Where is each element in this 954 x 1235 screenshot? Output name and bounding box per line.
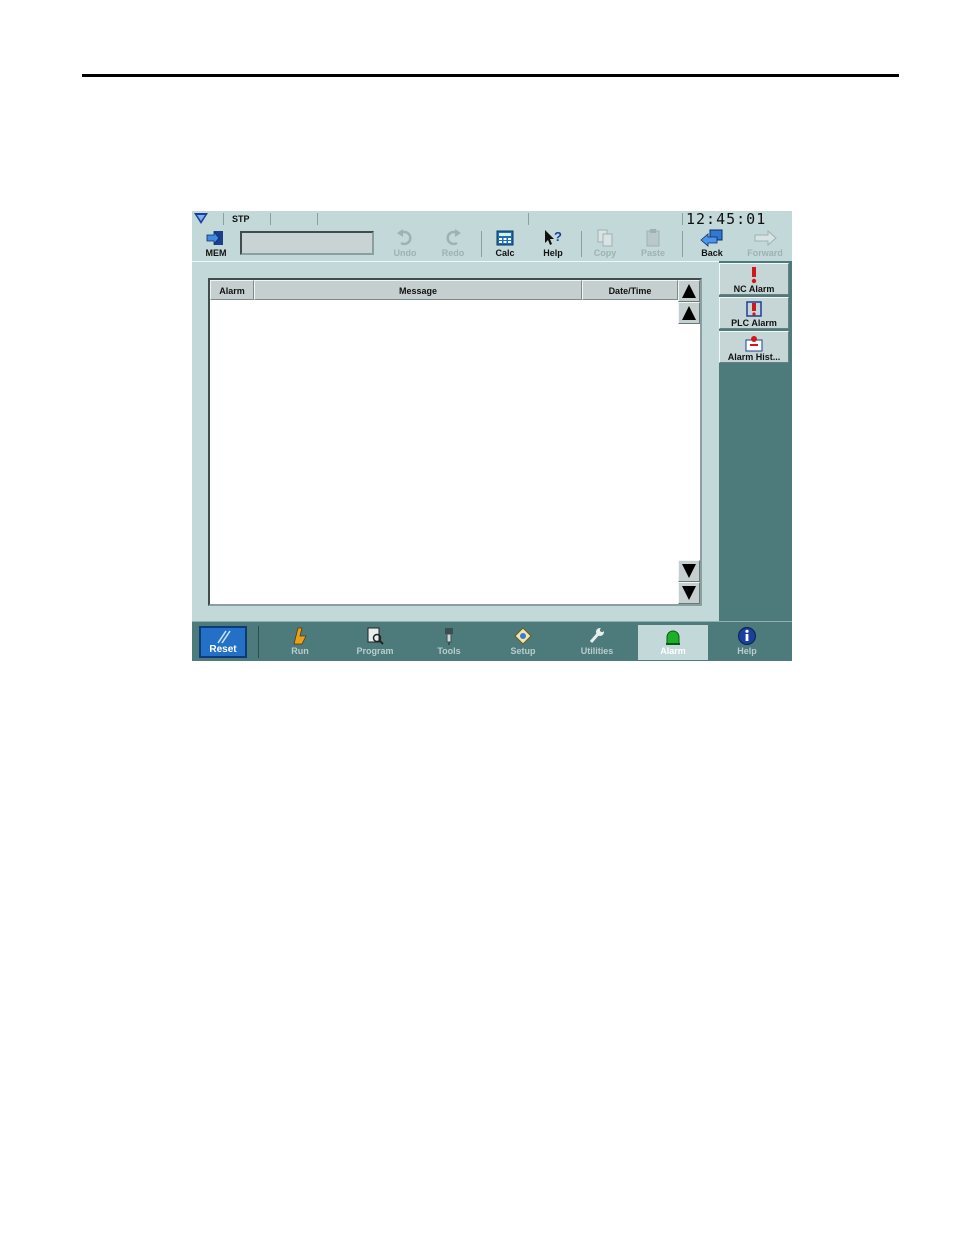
paste-icon <box>646 229 660 247</box>
nav-alarm[interactable]: Alarm <box>638 625 708 660</box>
scroll-line-down-button[interactable] <box>678 560 700 582</box>
toolbar-divider <box>682 231 683 257</box>
forward-button[interactable]: Forward <box>740 228 790 260</box>
nav-tools[interactable]: Tools <box>414 625 484 660</box>
bottom-nav: Reset Run Program Tools Setup Utilities … <box>192 621 792 661</box>
alarm-panel: Alarm Message Date/Time <box>192 261 719 622</box>
nav-setup[interactable]: Setup <box>488 625 558 660</box>
back-button[interactable]: Back <box>688 228 736 260</box>
nc-alarm-icon <box>751 267 757 284</box>
scroll-line-up-button[interactable] <box>678 302 700 324</box>
triangle-down-icon <box>682 586 696 600</box>
copy-button[interactable]: Copy <box>584 228 626 260</box>
calc-button[interactable]: Calc <box>484 228 526 260</box>
tools-icon <box>445 628 453 645</box>
redo-icon <box>446 229 461 246</box>
nav-program[interactable]: Program <box>340 625 410 660</box>
toolbar: MEM Undo Redo Calc ? Help Copy Paste Bac… <box>192 227 792 261</box>
column-header-datetime[interactable]: Date/Time <box>582 280 678 300</box>
svg-text:?: ? <box>554 229 562 244</box>
side-item-nc-alarm[interactable]: NC Alarm <box>719 263 789 295</box>
plc-alarm-icon <box>746 301 762 317</box>
triangle-down-icon <box>682 564 696 578</box>
status-mode: STP <box>232 214 250 224</box>
nav-help[interactable]: Help <box>712 625 782 660</box>
status-divider <box>270 213 271 225</box>
run-icon <box>293 627 307 645</box>
undo-button[interactable]: Undo <box>384 228 426 260</box>
alarm-table-header: Alarm Message Date/Time <box>210 280 678 300</box>
scroll-page-up-button[interactable] <box>678 280 700 302</box>
help-toolbar-button[interactable]: ? Help <box>532 228 574 260</box>
column-header-message[interactable]: Message <box>254 280 582 300</box>
toolbar-divider <box>481 231 482 257</box>
program-icon <box>367 627 384 645</box>
side-item-plc-alarm[interactable]: PLC Alarm <box>719 297 789 329</box>
undo-icon <box>397 229 412 246</box>
forward-arrow-icon <box>754 229 777 247</box>
status-divider <box>682 213 683 225</box>
info-icon <box>738 627 756 645</box>
wrench-icon <box>589 628 604 643</box>
reset-slash-icon <box>217 630 231 644</box>
triangle-up-icon <box>682 284 696 298</box>
status-bar: STP 12:45:01 <box>192 211 792 228</box>
cnc-screen: STP 12:45:01 MEM Undo Redo Calc ? Help C… <box>192 211 792 661</box>
mem-button[interactable]: MEM <box>198 228 234 260</box>
status-divider <box>528 213 529 225</box>
alarm-beacon-icon <box>666 630 680 645</box>
copy-icon <box>597 229 613 247</box>
reset-button[interactable]: Reset <box>199 626 247 658</box>
alarm-table: Alarm Message Date/Time <box>208 278 702 606</box>
side-item-alarm-history[interactable]: Alarm Hist... <box>719 331 789 363</box>
nav-utilities[interactable]: Utilities <box>562 625 632 660</box>
nav-divider <box>258 626 259 658</box>
nav-run[interactable]: Run <box>265 625 335 660</box>
brand-logo-icon <box>194 213 208 224</box>
setup-icon <box>514 627 532 645</box>
page-header-rule <box>82 74 899 77</box>
paste-button[interactable]: Paste <box>632 228 674 260</box>
status-divider <box>223 213 224 225</box>
redo-button[interactable]: Redo <box>432 228 474 260</box>
calculator-icon <box>496 230 514 246</box>
mem-entry-icon <box>206 230 223 246</box>
alarm-side-panel: NC Alarm PLC Alarm Alarm Hist... <box>719 261 792 621</box>
scroll-page-down-button[interactable] <box>678 582 700 604</box>
clock-display: 12:45:01 <box>686 211 767 228</box>
alarm-history-icon <box>745 336 763 352</box>
column-header-alarm[interactable]: Alarm <box>210 280 254 300</box>
command-entry-field[interactable] <box>240 231 374 255</box>
help-cursor-icon: ? <box>545 229 562 245</box>
triangle-up-icon <box>682 306 696 320</box>
back-arrow-icon <box>700 229 723 247</box>
toolbar-divider <box>581 231 582 257</box>
status-divider <box>317 213 318 225</box>
